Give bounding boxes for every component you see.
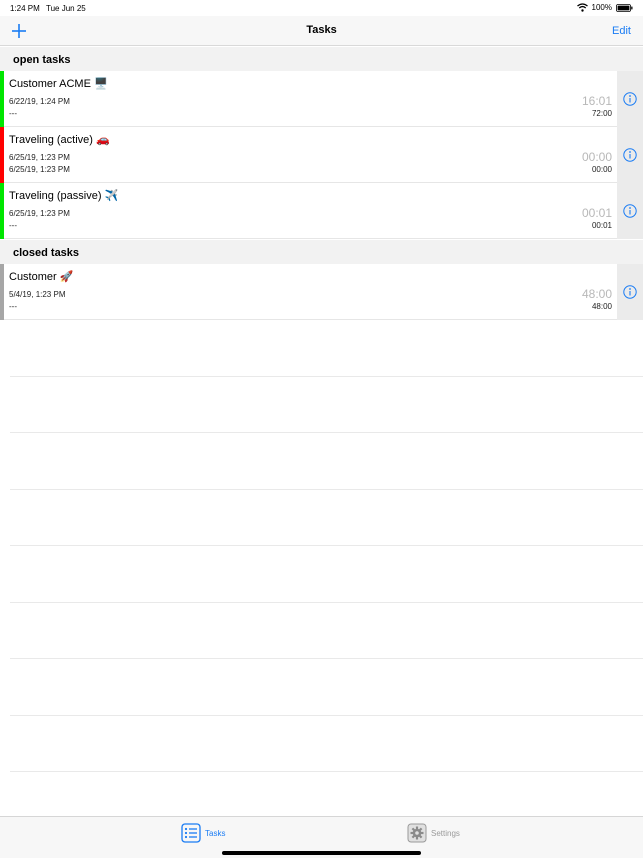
info-icon <box>623 92 637 106</box>
task-title: Customer ACME 🖥️ <box>9 77 108 90</box>
tab-label: Settings <box>431 828 460 838</box>
list-icon <box>181 823 201 843</box>
task-emoji: 🖥️ <box>93 77 108 90</box>
task-current-time: 00:01 <box>581 206 612 220</box>
task-current-time: 16:01 <box>581 94 612 108</box>
task-title: Traveling (active) 🚗 <box>9 133 110 146</box>
status-indicator-strip <box>0 127 4 183</box>
task-total-time: 72:00 <box>591 109 612 118</box>
empty-row-separator <box>10 432 643 433</box>
task-total-time: 48:00 <box>591 302 612 311</box>
task-emoji: ✈️ <box>104 189 119 202</box>
task-total-time: 00:01 <box>591 221 612 230</box>
info-icon <box>623 204 637 218</box>
task-start-date: 6/25/19, 1:23 PM <box>9 209 70 218</box>
empty-row-separator <box>10 771 643 772</box>
empty-row-separator <box>10 489 643 490</box>
task-name: Customer ACME <box>9 78 91 90</box>
task-row[interactable]: Customer 🚀 5/4/19, 1:23 PM --- 48:00 48:… <box>0 264 643 320</box>
task-total-time: 00:00 <box>591 165 612 174</box>
task-current-time: 48:00 <box>581 287 612 301</box>
task-info-button[interactable] <box>617 127 643 183</box>
status-indicator-strip <box>0 71 4 127</box>
wifi-icon <box>576 3 588 12</box>
task-start-date: 6/22/19, 1:24 PM <box>9 97 70 106</box>
status-time: 1:24 PM <box>10 4 40 13</box>
status-date: Tue Jun 25 <box>46 4 86 13</box>
task-emoji: 🚀 <box>59 270 74 283</box>
info-icon <box>623 148 637 162</box>
task-info-button[interactable] <box>617 71 643 127</box>
empty-row-separator <box>10 545 643 546</box>
task-name: Customer <box>9 271 57 283</box>
task-row[interactable]: Traveling (passive) ✈️ 6/25/19, 1:23 PM … <box>0 183 643 239</box>
empty-row-separator <box>10 376 643 377</box>
tab-settings[interactable]: Settings <box>407 823 460 843</box>
home-indicator[interactable] <box>222 851 421 855</box>
section-header-closed: closed tasks <box>0 240 643 264</box>
status-bar: 1:24 PM Tue Jun 25 100% <box>0 0 643 16</box>
task-name: Traveling (passive) <box>9 190 102 202</box>
task-start-date: 6/25/19, 1:23 PM <box>9 153 70 162</box>
status-indicators: 100% <box>576 3 633 12</box>
battery-percent: 100% <box>591 3 612 12</box>
task-end-date: --- <box>9 221 17 230</box>
tasks-screen: 1:24 PM Tue Jun 25 100% Tasks Edit open … <box>0 0 643 858</box>
tab-bar: Tasks Settings <box>0 816 643 858</box>
tab-tasks[interactable]: Tasks <box>181 823 225 843</box>
task-end-date: 6/25/19, 1:23 PM <box>9 165 70 174</box>
empty-row-separator <box>10 715 643 716</box>
task-row[interactable]: Customer ACME 🖥️ 6/22/19, 1:24 PM --- 16… <box>0 71 643 127</box>
status-indicator-strip <box>0 183 4 239</box>
task-info-button[interactable] <box>617 264 643 320</box>
battery-icon <box>616 3 633 12</box>
section-header-open: open tasks <box>0 47 643 71</box>
navigation-bar: Tasks Edit <box>0 16 643 46</box>
gear-icon <box>407 823 427 843</box>
edit-button[interactable]: Edit <box>612 25 631 37</box>
task-title: Traveling (passive) ✈️ <box>9 189 118 202</box>
task-title: Customer 🚀 <box>9 270 73 283</box>
task-name: Traveling (active) <box>9 134 93 146</box>
task-row[interactable]: Traveling (active) 🚗 6/25/19, 1:23 PM 6/… <box>0 127 643 183</box>
info-icon <box>623 285 637 299</box>
task-end-date: --- <box>9 302 17 311</box>
status-indicator-strip <box>0 264 4 320</box>
task-end-date: --- <box>9 109 17 118</box>
task-current-time: 00:00 <box>581 150 612 164</box>
empty-row-separator <box>10 658 643 659</box>
task-info-button[interactable] <box>617 183 643 239</box>
task-start-date: 5/4/19, 1:23 PM <box>9 290 66 299</box>
tab-label: Tasks <box>205 828 226 838</box>
page-title: Tasks <box>306 24 337 36</box>
task-emoji: 🚗 <box>96 133 110 146</box>
empty-row-separator <box>10 602 643 603</box>
